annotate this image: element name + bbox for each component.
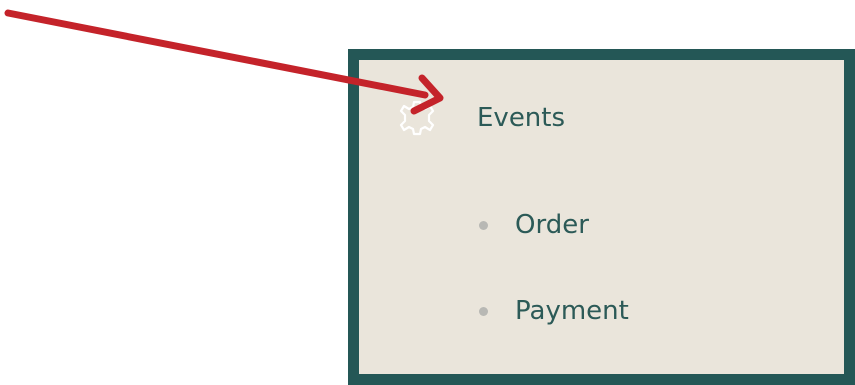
- events-menu-panel: Events Order Payment: [348, 49, 855, 385]
- submenu-item-order-label: Order: [515, 210, 589, 240]
- menu-item-events-label: Events: [477, 103, 566, 133]
- bullet-dot-icon: [479, 220, 488, 230]
- bullet-dot-icon: [479, 306, 488, 316]
- submenu-item-order[interactable]: Order: [479, 205, 589, 245]
- submenu-item-payment[interactable]: Payment: [479, 291, 629, 331]
- submenu-item-payment-label: Payment: [515, 296, 629, 326]
- gear-icon: [397, 98, 437, 138]
- menu-item-events[interactable]: Events: [397, 98, 565, 138]
